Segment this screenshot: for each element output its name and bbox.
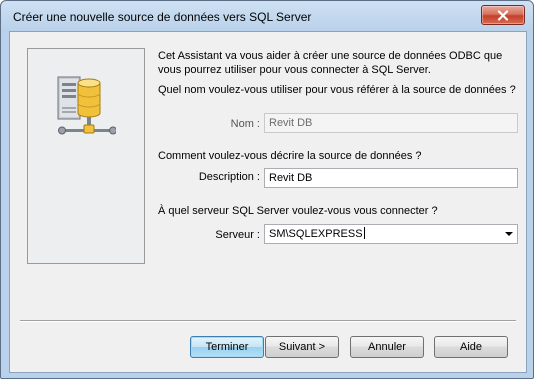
title-bar[interactable]: Créer une nouvelle source de données ver… (1, 1, 533, 31)
help-button[interactable]: Aide (434, 336, 508, 358)
name-field[interactable]: Revit DB (264, 113, 518, 133)
server-combobox[interactable]: SM\SQLEXPRESS (264, 224, 518, 244)
server-question: À quel serveur SQL Server voulez-vous vo… (158, 205, 438, 217)
server-database-network-icon (57, 76, 116, 135)
cancel-button[interactable]: Annuler (350, 336, 424, 358)
chevron-down-icon[interactable] (505, 232, 513, 236)
side-image-panel (27, 48, 145, 264)
close-button[interactable] (481, 5, 525, 25)
description-field[interactable]: Revit DB (264, 168, 518, 188)
name-label: Nom : (230, 118, 260, 130)
dialog-client-area: Cet Assistant va vous aider à créer une … (9, 31, 527, 373)
server-value: SM\SQLEXPRESS (269, 228, 363, 240)
dialog-window: Créer une nouvelle source de données ver… (0, 0, 534, 379)
finish-button[interactable]: Terminer (190, 336, 264, 358)
name-question: Quel nom voulez-vous utiliser pour vous … (158, 84, 516, 96)
text-caret (363, 227, 365, 239)
separator (20, 320, 516, 322)
window-title: Créer une nouvelle source de données ver… (13, 10, 312, 24)
description-question: Comment voulez-vous décrire la source de… (158, 150, 422, 162)
intro-text: Cet Assistant va vous aider à créer une … (158, 50, 503, 76)
server-label: Serveur : (215, 229, 260, 241)
description-label: Description : (198, 171, 260, 183)
close-icon (497, 9, 509, 21)
next-button[interactable]: Suivant > (265, 336, 339, 358)
